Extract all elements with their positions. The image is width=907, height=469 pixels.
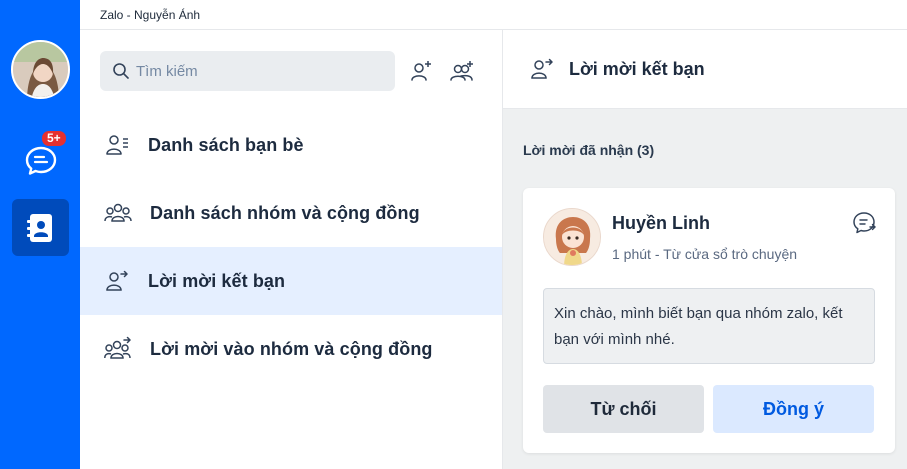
search-placeholder: Tìm kiếm (136, 62, 198, 80)
friend-requests-panel: Lời mời kết bạn Lời mời đã nhận (3) Huyề… (503, 30, 907, 469)
contacts-sidebar: Tìm kiếm Danh sách bạn bè Danh sách nhóm… (80, 30, 503, 469)
user-avatar[interactable] (11, 40, 70, 99)
sidebar-item-label: Danh sách nhóm và cộng đồng (150, 202, 420, 223)
reject-button[interactable]: Từ chối (543, 385, 704, 433)
search-icon (113, 63, 129, 79)
requester-name: Huyền Linh (612, 213, 710, 233)
messages-tab[interactable]: 5+ (12, 129, 69, 188)
friend-request-icon (106, 270, 128, 291)
add-group-icon (450, 61, 473, 81)
sidebar-item-label: Danh sách bạn bè (148, 134, 304, 155)
friend-list-icon (106, 135, 128, 155)
sidebar-item-friend-list[interactable]: Danh sách bạn bè (80, 111, 502, 179)
add-friend-button[interactable] (408, 58, 434, 84)
request-time-source: 1 phút - Từ cửa sổ trò chuyện (612, 246, 798, 262)
received-requests-title: Lời mời đã nhận (3) (523, 142, 655, 158)
sidebar-item-label: Lời mời kết bạn (148, 270, 286, 291)
panel-header: Lời mời kết bạn (503, 30, 907, 109)
group-invite-icon (104, 336, 131, 359)
request-message: Xin chào, mình biết bạn qua nhóm zalo, k… (543, 288, 875, 364)
send-message-button[interactable] (851, 210, 877, 236)
page-title: Lời mời kết bạn (569, 58, 705, 79)
group-list-icon (104, 203, 132, 222)
contacts-tab[interactable] (12, 199, 69, 256)
search-input[interactable]: Tìm kiếm (100, 51, 395, 91)
contact-book-icon (26, 213, 52, 242)
chat-bubble-icon (853, 212, 876, 234)
create-group-button[interactable] (449, 58, 475, 84)
left-rail: 5+ (0, 0, 80, 469)
sidebar-item-group-invites[interactable]: Lời mời vào nhóm và cộng đồng (80, 315, 502, 383)
unread-badge: 5+ (40, 129, 68, 148)
window-title: Zalo - Nguyễn Ánh (100, 7, 201, 22)
accept-button[interactable]: Đồng ý (713, 385, 874, 433)
sidebar-item-label: Lời mời vào nhóm và cộng đồng (150, 338, 433, 359)
requester-avatar-image (544, 209, 600, 265)
sidebar-item-friend-requests[interactable]: Lời mời kết bạn (80, 247, 502, 315)
sidebar-item-group-list[interactable]: Danh sách nhóm và cộng đồng (80, 179, 502, 247)
friend-request-icon (531, 58, 553, 79)
user-avatar-image (13, 42, 68, 97)
add-friend-icon (411, 61, 431, 81)
requester-avatar[interactable] (543, 208, 601, 266)
title-bar: Zalo - Nguyễn Ánh (80, 0, 907, 30)
friend-request-card: Huyền Linh 1 phút - Từ cửa sổ trò chuyện… (523, 188, 895, 453)
